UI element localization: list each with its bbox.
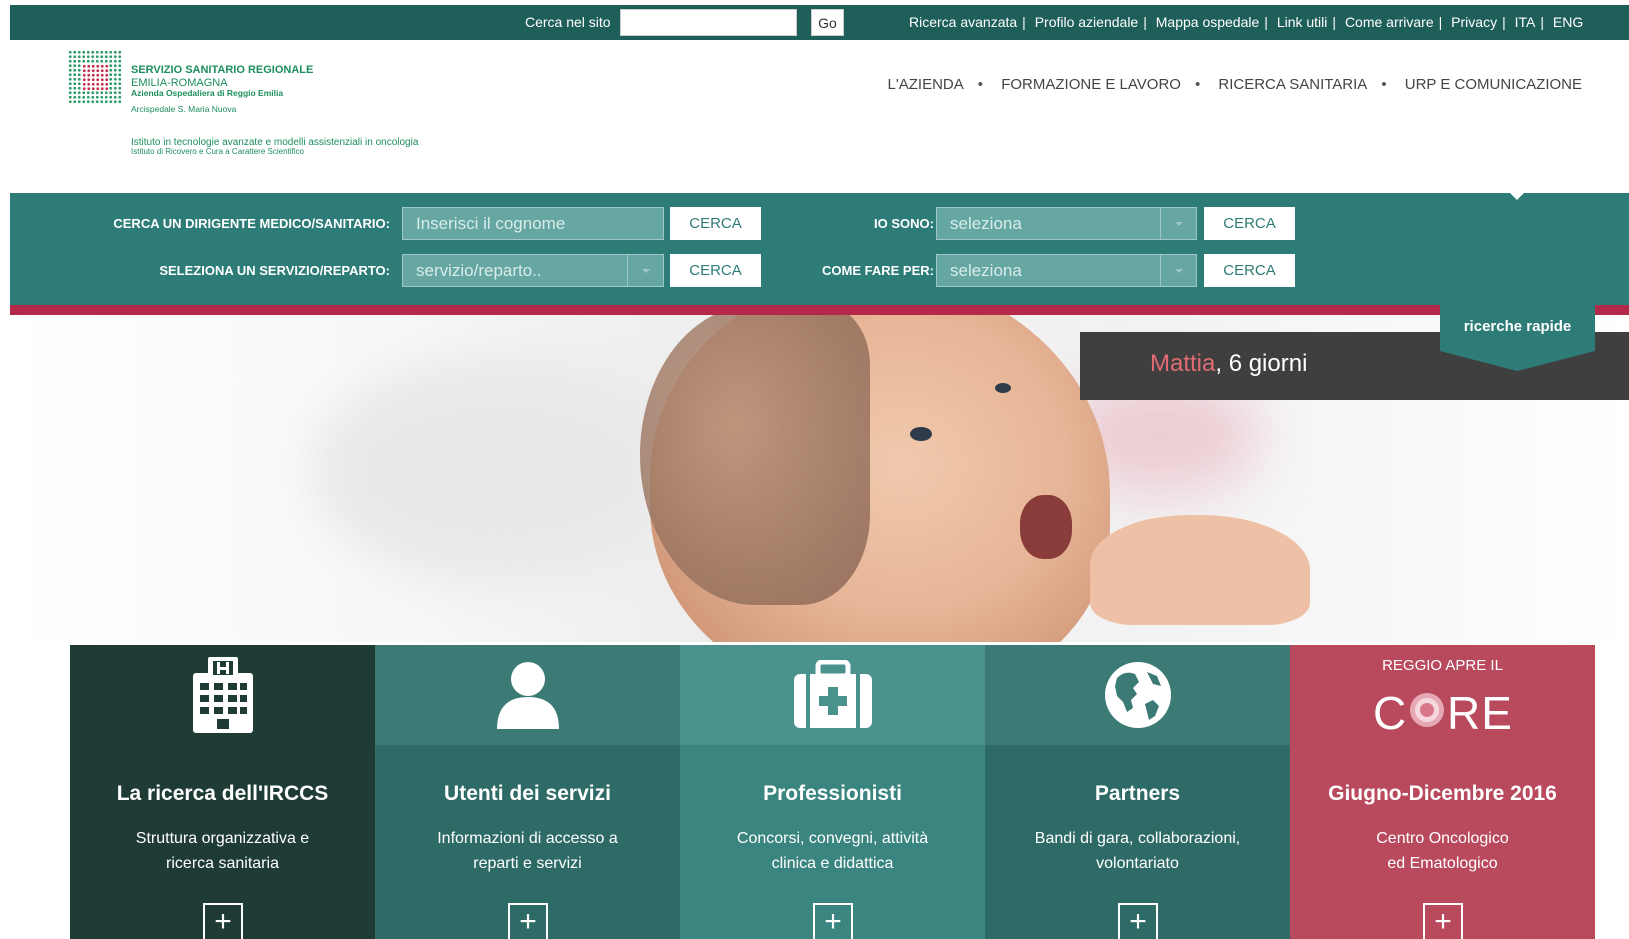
tile-description: Concorsi, convegni, attività clinica e di… xyxy=(736,830,929,872)
site-search-go-button[interactable]: Go xyxy=(811,9,844,36)
core-tagline: REGGIO APRE IL xyxy=(1382,657,1503,674)
link-privacy[interactable]: Privacy xyxy=(1451,14,1497,30)
link-link-utili[interactable]: Link utili xyxy=(1277,14,1328,30)
come-fare-select[interactable]: seleziona xyxy=(936,254,1197,287)
tile-description: Struttura organizzativa e ricerca sanitar… xyxy=(135,830,310,872)
ssr-logo-icon[interactable] xyxy=(68,50,122,104)
svg-text:RE: RE xyxy=(1447,687,1513,737)
utility-bar: Cerca nel sito Go Ricerca avanzata | Prof… xyxy=(10,5,1629,40)
tile-title: Utenti dei servizi xyxy=(444,782,611,805)
nav-ricerca-sanitaria[interactable]: RICERCA SANITARIA xyxy=(1218,76,1367,93)
io-sono-search-button[interactable]: CERCA xyxy=(1204,207,1295,240)
main-nav: L'AZIENDA • FORMAZIONE E LAVORO • RICERCA … xyxy=(887,76,1582,93)
tile-utenti-servizi[interactable]: Utenti dei servizi Informazioni di acces… xyxy=(375,645,680,939)
chevron-down-icon[interactable] xyxy=(627,255,663,286)
plus-icon[interactable]: + xyxy=(1118,903,1158,939)
logo-line-azienda: Azienda Ospedaliera di Reggio Emilia xyxy=(131,88,284,99)
tile-title: La ricerca dell'IRCCS xyxy=(116,782,329,805)
user-icon xyxy=(375,645,680,745)
logo-line-ssr: SERVIZIO SANITARIO REGIONALE xyxy=(131,64,314,76)
globe-icon xyxy=(985,645,1290,745)
site-search-label: Cerca nel sito xyxy=(525,14,611,30)
site-search-input[interactable] xyxy=(620,9,797,36)
servizio-select[interactable]: servizio/reparto.. xyxy=(402,254,664,287)
link-mappa-ospedale[interactable]: Mappa ospedale xyxy=(1156,14,1260,30)
tile-core[interactable]: REGGIO APRE IL C RE Giugno-Dicembre 2016… xyxy=(1290,645,1595,939)
tile-title: Giugno-Dicembre 2016 xyxy=(1328,782,1557,805)
nav-formazione-lavoro[interactable]: FORMAZIONE E LAVORO xyxy=(1001,76,1181,93)
servizio-select-label: SELEZIONA UN SERVIZIO/REPARTO: xyxy=(159,263,390,278)
plus-icon[interactable]: + xyxy=(813,903,853,939)
quick-search-panel: CERCA UN DIRIGENTE MEDICO/SANITARIO: Ins… xyxy=(10,193,1629,305)
come-fare-select-value: seleziona xyxy=(950,261,1022,280)
language-eng-link[interactable]: ENG xyxy=(1553,14,1583,30)
tile-ricerca-irccs[interactable]: La ricerca dell'IRCCS Struttura organizz… xyxy=(70,645,375,939)
dirigente-search-button[interactable]: CERCA xyxy=(670,207,761,240)
core-logo: C RE xyxy=(1290,683,1595,748)
logo-subtitle: Istituto in tecnologie avanzate e modell… xyxy=(131,137,418,157)
first-aid-kit-icon xyxy=(680,645,985,745)
tile-description: Centro Oncologico ed Ematologico xyxy=(1376,830,1509,872)
hospital-icon xyxy=(70,645,375,745)
ricerche-rapide-toggle[interactable]: ricerche rapide xyxy=(1440,303,1595,371)
link-come-arrivare[interactable]: Come arrivare xyxy=(1345,14,1434,30)
dirigente-search-input[interactable]: Inserisci il cognome xyxy=(402,207,664,240)
chevron-down-icon[interactable] xyxy=(1160,208,1196,239)
caption-name: Mattia xyxy=(1150,350,1216,377)
servizio-search-button[interactable]: CERCA xyxy=(670,254,761,287)
tile-description: Bandi di gara, collaborazioni, volontaria… xyxy=(1034,830,1241,872)
nav-urp-comunicazione[interactable]: URP E COMUNICAZIONE xyxy=(1405,76,1582,93)
logo-subtitle-line2: Istituto di Ricovero e Cura a Carattere … xyxy=(131,147,304,156)
plus-icon[interactable]: + xyxy=(508,903,548,939)
plus-icon[interactable]: + xyxy=(1423,903,1463,939)
link-ricerca-avanzata[interactable]: Ricerca avanzata xyxy=(909,14,1017,30)
tile-partners[interactable]: Partners Bandi di gara, collaborazioni, v… xyxy=(985,645,1290,939)
link-profilo-aziendale[interactable]: Profilo aziendale xyxy=(1035,14,1139,30)
svg-text:C: C xyxy=(1373,687,1407,737)
language-ita-link[interactable]: ITA xyxy=(1515,14,1536,30)
io-sono-select[interactable]: seleziona xyxy=(936,207,1197,240)
tile-title: Partners xyxy=(1094,782,1181,805)
caption-age: , 6 giorni xyxy=(1215,350,1308,377)
io-sono-select-value: seleziona xyxy=(950,214,1022,233)
logo-text[interactable]: SERVIZIO SANITARIO REGIONALE EMILIA-ROMA… xyxy=(131,64,313,115)
plus-icon[interactable]: + xyxy=(203,903,243,939)
io-sono-label: IO SONO: xyxy=(874,216,934,231)
logo-line-arcispedale: Arcispedale S. Maria Nuova xyxy=(131,104,237,115)
chevron-down-icon[interactable] xyxy=(1160,255,1196,286)
dirigente-search-label: CERCA UN DIRIGENTE MEDICO/SANITARIO: xyxy=(113,216,390,231)
nav-azienda[interactable]: L'AZIENDA xyxy=(888,76,964,93)
section-tiles: La ricerca dell'IRCCS Struttura organizz… xyxy=(70,645,1595,939)
tile-professionisti[interactable]: Professionisti Concorsi, convegni, attiv… xyxy=(680,645,985,939)
servizio-select-value: servizio/reparto.. xyxy=(416,261,542,280)
come-fare-search-button[interactable]: CERCA xyxy=(1204,254,1295,287)
tile-description: Informazioni di accesso a reparti e servi… xyxy=(437,830,618,872)
accent-divider xyxy=(10,305,1629,315)
come-fare-label: COME FARE PER: xyxy=(822,263,934,278)
tile-title: Professionisti xyxy=(763,782,902,805)
utility-links: Ricerca avanzata | Profilo aziendale | Map… xyxy=(909,14,1584,30)
